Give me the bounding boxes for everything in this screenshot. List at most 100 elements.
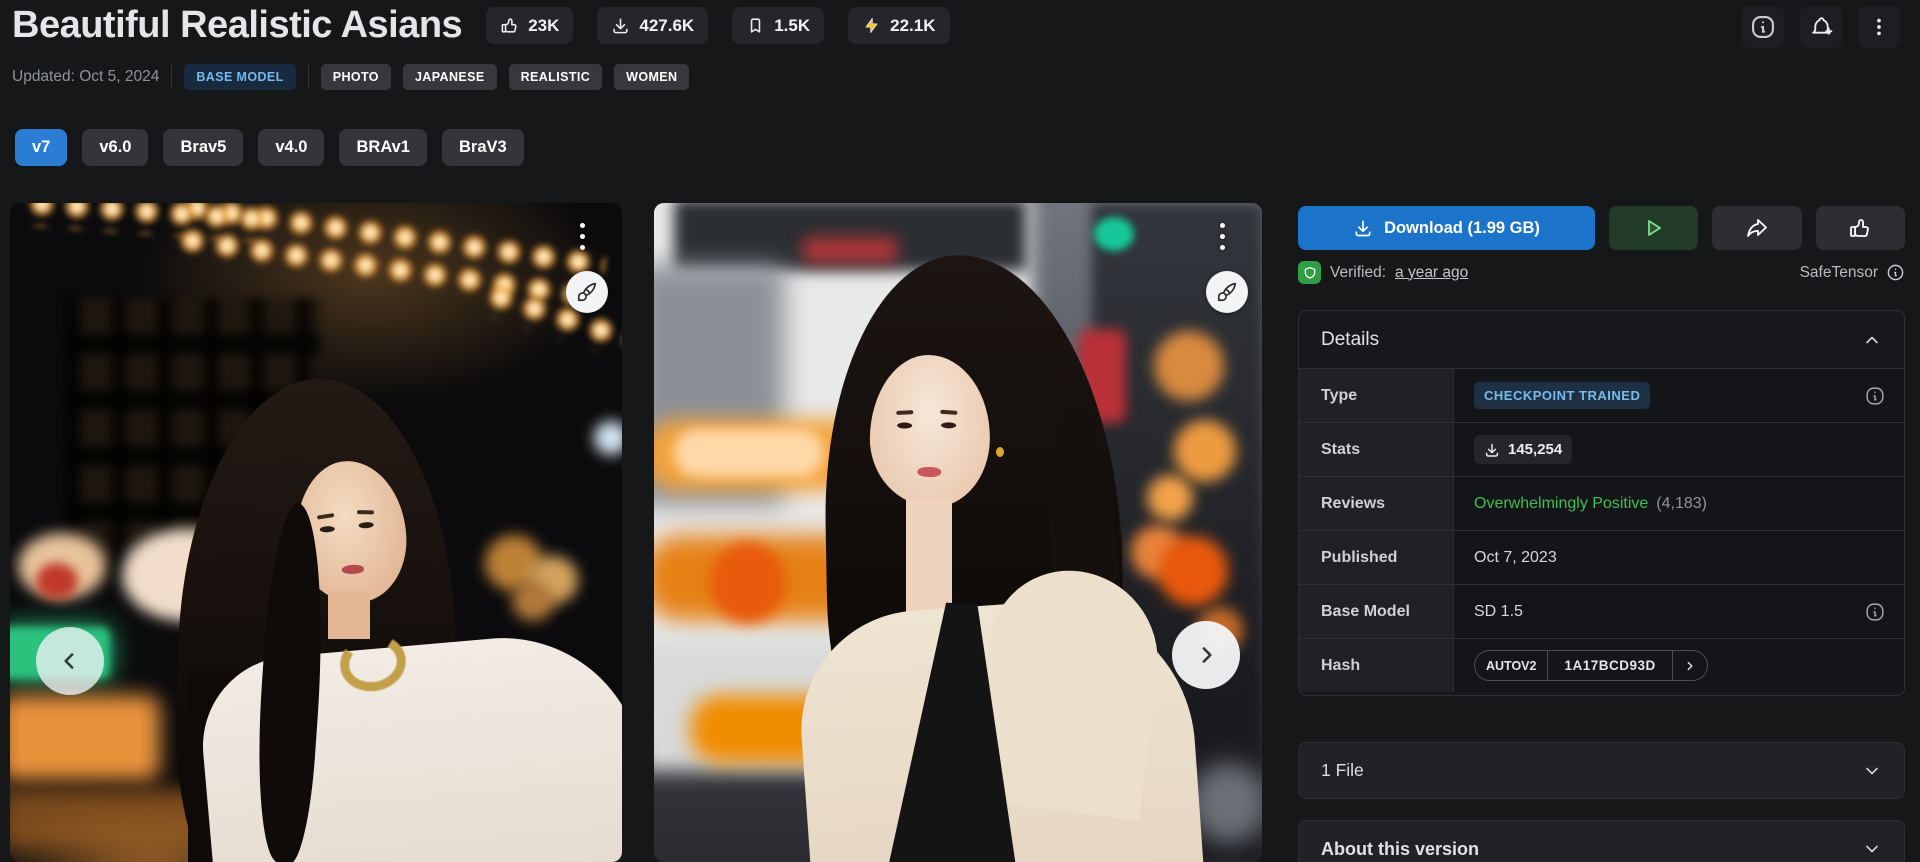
reviews-count: (4,183) — [1656, 495, 1707, 513]
thumbs-up-icon — [500, 16, 519, 35]
detail-row-hash: Hash AUTOV2 1A17BCD93D — [1299, 638, 1904, 692]
details-header[interactable]: Details — [1299, 311, 1904, 368]
info-button[interactable] — [1742, 6, 1784, 48]
create-with-image-button[interactable] — [566, 271, 608, 313]
safetensor-label: SafeTensor — [1800, 264, 1878, 282]
bookmark-icon — [746, 16, 765, 35]
divider — [308, 65, 309, 89]
orange-sign — [10, 695, 160, 781]
downloads-pill: 145,254 — [1474, 435, 1572, 464]
base-model-value: SD 1.5 — [1474, 603, 1523, 621]
thumbs-up-icon — [1848, 216, 1872, 240]
download-icon — [611, 16, 630, 35]
run-model-button[interactable] — [1609, 206, 1698, 250]
tag-women[interactable]: WOMEN — [614, 64, 689, 90]
bookmarks-count: 1.5K — [774, 16, 810, 36]
files-accordion[interactable]: 1 File — [1298, 742, 1905, 799]
chevron-right-icon — [1193, 642, 1219, 668]
verified-time-link[interactable]: a year ago — [1395, 264, 1468, 282]
detail-label: Reviews — [1299, 477, 1454, 530]
meta-row: Updated: Oct 5, 2024 BASE MODEL PHOTO JA… — [12, 64, 689, 90]
bus-sign-text — [802, 237, 898, 263]
sign-bokeh — [36, 563, 78, 599]
person-neck — [328, 591, 370, 639]
reviews-rating-link[interactable]: Overwhelmingly Positive — [1474, 495, 1648, 513]
header: Beautiful Realistic Asians 23K 427.6K 1.… — [12, 4, 950, 47]
play-icon — [1642, 216, 1666, 240]
bell-plus-icon — [1809, 15, 1834, 40]
version-selector: v7 v6.0 Brav5 v4.0 BRAv1 BraV3 — [15, 129, 524, 166]
notify-button[interactable] — [1800, 6, 1842, 48]
hash-value: 1A17BCD93D — [1547, 651, 1672, 680]
bus-light — [710, 543, 786, 623]
detail-row-stats: Stats 145,254 — [1299, 422, 1904, 476]
bookmarks-stat-badge[interactable]: 1.5K — [732, 7, 824, 44]
version-brav3[interactable]: BraV3 — [442, 129, 524, 166]
energy-stat-badge[interactable]: 22.1K — [848, 7, 949, 44]
download-icon — [1484, 442, 1500, 458]
info-icon[interactable] — [1864, 601, 1886, 623]
hash-type: AUTOV2 — [1475, 651, 1547, 680]
model-page: Beautiful Realistic Asians 23K 427.6K 1.… — [0, 0, 1920, 862]
version-brav1[interactable]: BRAv1 — [339, 129, 427, 166]
brush-icon — [576, 281, 598, 303]
updated-date: Updated: Oct 5, 2024 — [12, 68, 159, 86]
energy-count: 22.1K — [890, 16, 935, 36]
download-count: 145,254 — [1508, 441, 1562, 458]
bokeh — [594, 421, 622, 455]
about-version-accordion[interactable]: About this version — [1298, 820, 1905, 862]
downloads-count: 427.6K — [639, 16, 694, 36]
more-menu-button[interactable] — [1858, 6, 1900, 48]
bokeh — [1174, 420, 1236, 482]
gallery-image-2[interactable] — [654, 203, 1262, 862]
verified-row: Verified: a year ago SafeTensor — [1298, 261, 1905, 284]
carousel-next-button[interactable] — [1172, 621, 1240, 689]
downloads-stat-badge[interactable]: 427.6K — [597, 7, 708, 44]
tag-japanese[interactable]: JAPANESE — [403, 64, 497, 90]
published-date: Oct 7, 2023 — [1474, 549, 1557, 567]
type-badge: CHECKPOINT TRAINED — [1474, 382, 1650, 409]
info-icon — [1749, 13, 1777, 41]
bokeh — [512, 581, 554, 621]
create-with-image-button[interactable] — [1206, 271, 1248, 313]
page-title: Beautiful Realistic Asians — [12, 4, 462, 47]
info-icon[interactable] — [1864, 385, 1886, 407]
divider — [171, 65, 172, 89]
chevron-up-icon — [1862, 330, 1882, 350]
chevron-down-icon — [1862, 761, 1882, 781]
download-button[interactable]: Download (1.99 GB) — [1298, 206, 1595, 250]
download-icon — [1353, 218, 1373, 238]
version-brav5[interactable]: Brav5 — [163, 129, 243, 166]
tag-photo[interactable]: PHOTO — [321, 64, 391, 90]
details-card: Details Type CHECKPOINT TRAINED Stats — [1298, 310, 1905, 696]
detail-row-base-model: Base Model SD 1.5 — [1299, 584, 1904, 638]
action-buttons: Download (1.99 GB) — [1298, 206, 1905, 250]
version-v4[interactable]: v4.0 — [258, 129, 324, 166]
image-menu-button[interactable] — [576, 219, 589, 254]
likes-stat-badge[interactable]: 23K — [486, 7, 573, 44]
person-earring — [996, 447, 1004, 457]
image-menu-button[interactable] — [1216, 219, 1229, 254]
detail-label: Type — [1299, 369, 1454, 422]
bokeh — [1154, 331, 1224, 401]
teal-sign — [1094, 217, 1134, 251]
version-v7[interactable]: v7 — [15, 129, 67, 166]
detail-row-type: Type CHECKPOINT TRAINED — [1299, 368, 1904, 422]
details-title: Details — [1321, 329, 1379, 351]
share-button[interactable] — [1712, 206, 1801, 250]
detail-row-reviews: Reviews Overwhelmingly Positive (4,183) — [1299, 476, 1904, 530]
chevron-right-icon[interactable] — [1673, 651, 1707, 680]
bus-light — [674, 429, 824, 477]
like-button[interactable] — [1816, 206, 1905, 250]
version-v6[interactable]: v6.0 — [82, 129, 148, 166]
gallery-image-1[interactable] — [10, 203, 622, 862]
kebab-menu-icon — [1868, 16, 1890, 38]
hash-pill[interactable]: AUTOV2 1A17BCD93D — [1474, 650, 1708, 681]
carousel-prev-button[interactable] — [36, 627, 104, 695]
info-icon[interactable] — [1886, 263, 1905, 282]
detail-label: Stats — [1299, 423, 1454, 476]
detail-label: Published — [1299, 531, 1454, 584]
tag-base-model[interactable]: BASE MODEL — [184, 64, 295, 90]
tag-realistic[interactable]: REALISTIC — [509, 64, 603, 90]
bokeh — [1158, 536, 1228, 606]
